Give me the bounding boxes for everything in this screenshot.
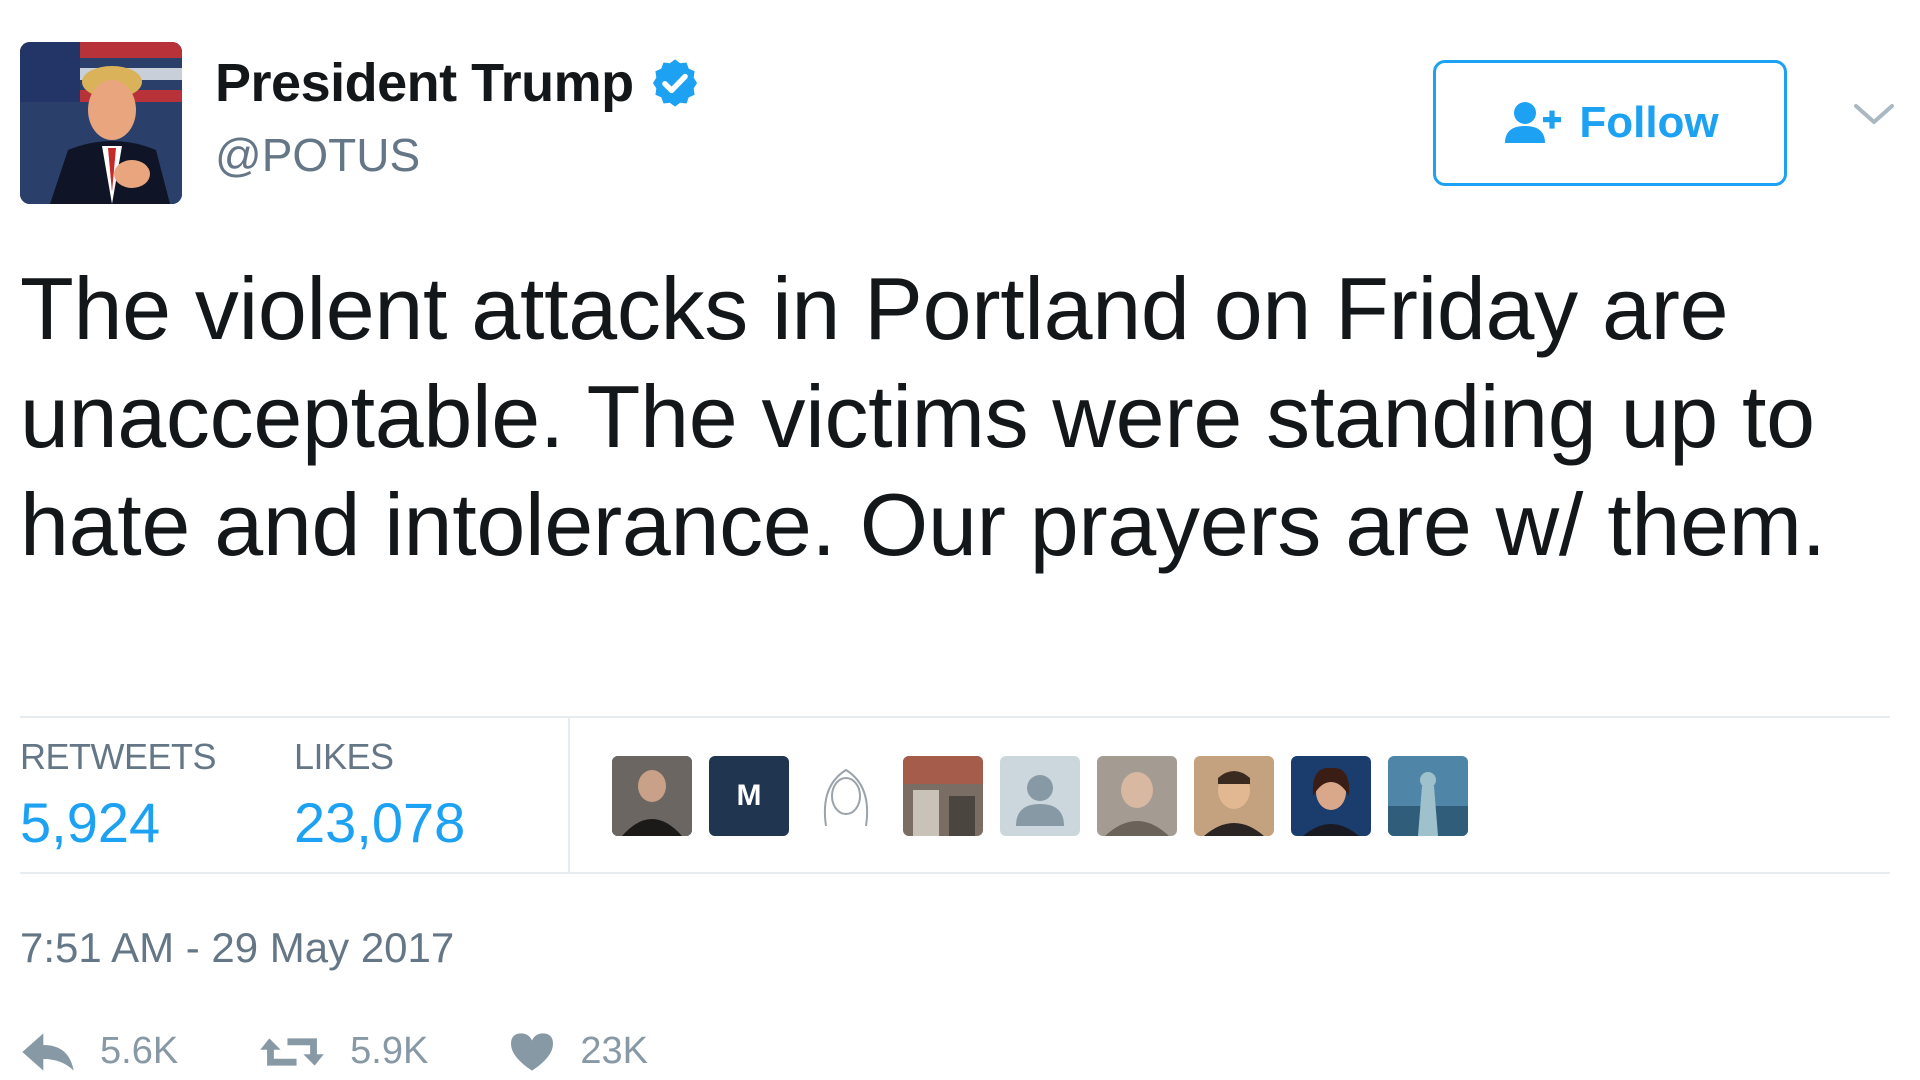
liker-avatar[interactable] xyxy=(1000,756,1080,836)
liker-avatar[interactable] xyxy=(806,756,886,836)
reply-count: 5.6K xyxy=(100,1030,179,1072)
tweet-card: President Trump @POTUS Follow The violen… xyxy=(0,0,1920,1080)
liker-avatar[interactable] xyxy=(1097,756,1177,836)
likes-label: LIKES xyxy=(294,736,394,777)
heart-icon xyxy=(511,1032,554,1071)
liker-avatar[interactable] xyxy=(1194,756,1274,836)
liker-photo xyxy=(1291,756,1371,836)
tweet-timestamp[interactable]: 7:51 AM - 29 May 2017 xyxy=(20,924,454,972)
retweets-stat[interactable]: RETWEETS 5,924 xyxy=(20,736,217,855)
user-name-row: President Trump xyxy=(215,52,702,114)
liker-photo xyxy=(612,756,692,836)
liker-avatar[interactable] xyxy=(1388,756,1468,836)
liker-avatar[interactable]: M xyxy=(709,756,789,836)
retweet-icon xyxy=(260,1037,324,1066)
retweet-count: 5.9K xyxy=(350,1030,429,1072)
user-handle[interactable]: @POTUS xyxy=(215,128,420,182)
retweet-button[interactable]: 5.9K xyxy=(258,1030,428,1073)
reply-button[interactable]: 5.6K xyxy=(20,1030,178,1073)
liker-avatar[interactable] xyxy=(903,756,983,836)
add-user-icon xyxy=(1505,102,1562,143)
liker-m-letter: M xyxy=(736,779,762,812)
divider-bottom xyxy=(20,872,1890,874)
display-name[interactable]: President Trump xyxy=(215,52,634,114)
avatar-image xyxy=(20,42,182,204)
default-avatar-icon xyxy=(1016,775,1064,826)
liker-photo xyxy=(903,756,983,836)
tweet-text: The violent attacks in Portland on Frida… xyxy=(20,259,1826,574)
retweets-count: 5,924 xyxy=(20,791,161,854)
liker-photo xyxy=(1097,756,1177,836)
liker-avatar[interactable] xyxy=(612,756,692,836)
follow-label: Follow xyxy=(1579,98,1719,147)
liker-photo xyxy=(1388,756,1468,836)
liker-avatars: M xyxy=(612,756,1485,836)
like-button[interactable]: 23K xyxy=(508,1030,648,1073)
liker-sketch xyxy=(823,768,869,827)
stats-divider xyxy=(568,718,570,872)
profile-avatar[interactable] xyxy=(20,42,182,204)
divider-top xyxy=(20,716,1890,718)
retweets-label: RETWEETS xyxy=(20,736,217,777)
reply-icon xyxy=(22,1032,74,1071)
verified-badge-icon xyxy=(652,59,697,107)
liker-photo xyxy=(1194,756,1274,836)
likes-stat[interactable]: LIKES 23,078 xyxy=(294,736,465,855)
chevron-down-icon[interactable] xyxy=(1852,100,1896,128)
liker-avatar[interactable] xyxy=(1291,756,1371,836)
tweet-actions: 5.6K 5.9K 23K xyxy=(20,1030,728,1073)
like-count: 23K xyxy=(580,1030,648,1072)
follow-button[interactable]: Follow xyxy=(1433,60,1787,186)
likes-count: 23,078 xyxy=(294,791,466,854)
